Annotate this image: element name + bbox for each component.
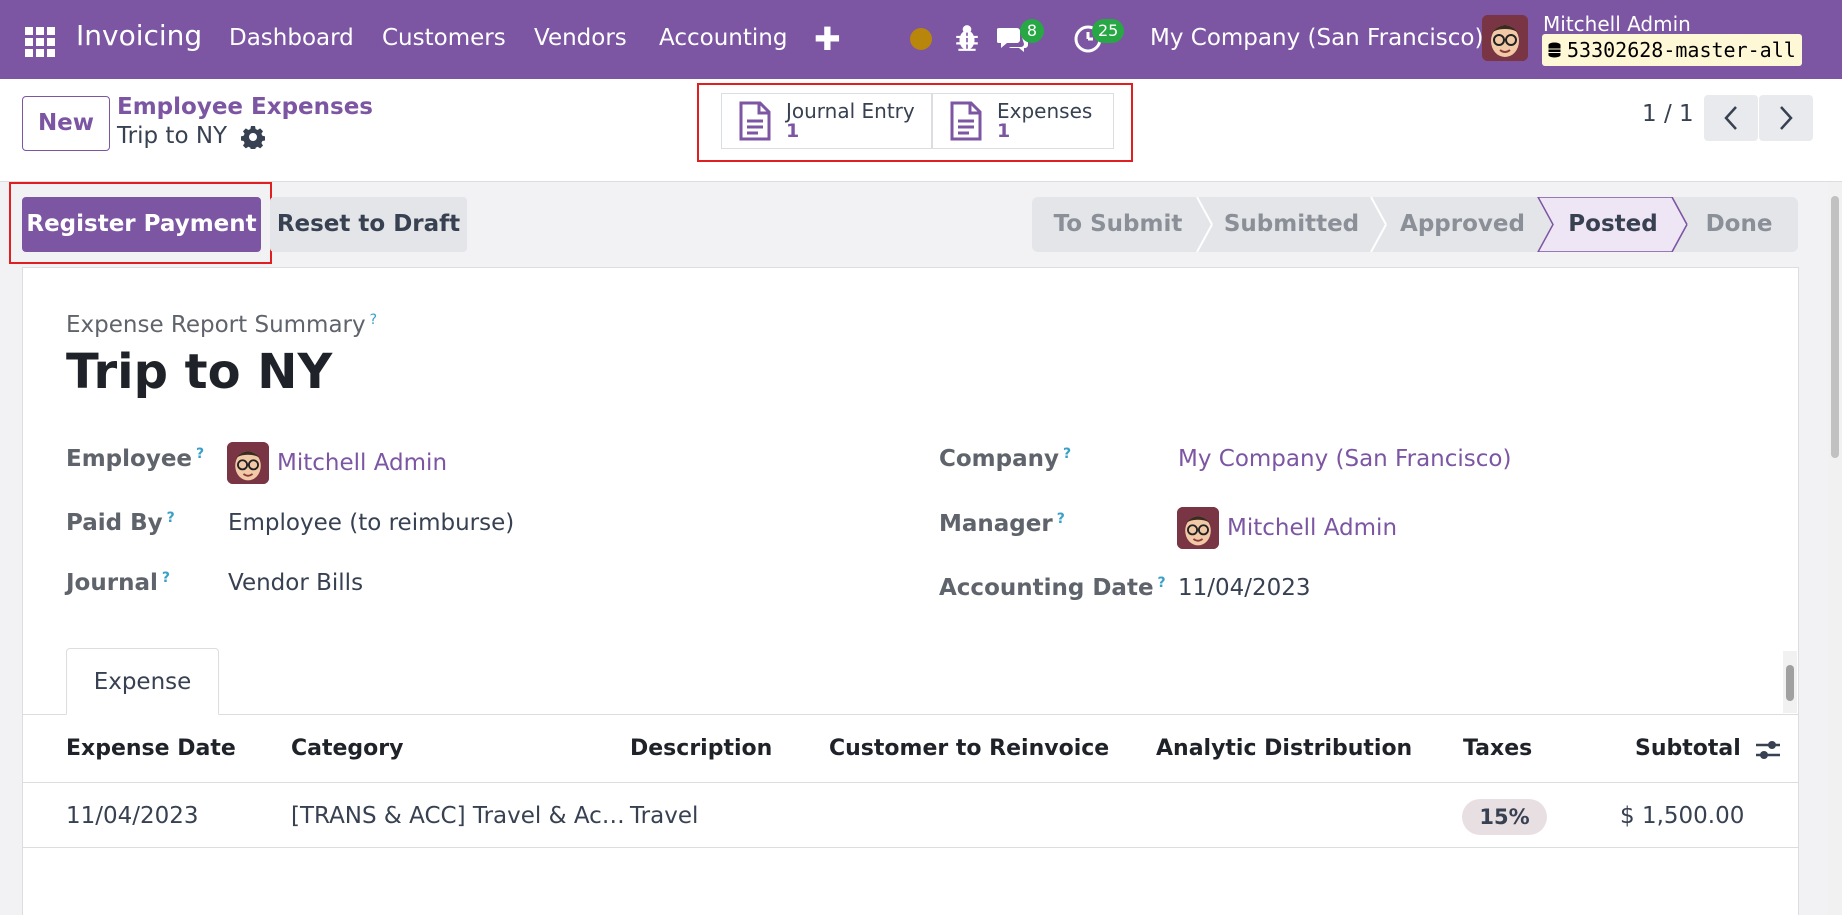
column-category[interactable]: Category	[291, 736, 403, 761]
database-badge: 53302628-master-all	[1542, 34, 1802, 66]
stage-done[interactable]: Done	[1680, 197, 1798, 252]
app-menu-icon[interactable]	[25, 27, 55, 57]
cell-expense-date[interactable]: 11/04/2023	[66, 803, 199, 829]
accounting-date-field-label: Accounting Date?	[939, 575, 1166, 601]
stage-submitted[interactable]: Submitted	[1204, 197, 1379, 252]
new-button[interactable]: New	[22, 96, 110, 151]
cell-subtotal[interactable]: $ 1,500.00	[1620, 803, 1744, 829]
employee-avatar	[227, 442, 269, 484]
journal-entry-label: Journal Entry	[786, 99, 915, 123]
journal-field-label: Journal?	[66, 570, 170, 596]
notebook-scrollbar[interactable]	[1783, 651, 1797, 713]
employee-value[interactable]: Mitchell Admin	[277, 450, 447, 476]
menu-accounting[interactable]: Accounting	[659, 25, 787, 51]
column-expense-date[interactable]: Expense Date	[66, 736, 236, 761]
quick-create-plus-icon[interactable]: ✚	[814, 20, 841, 58]
manager-avatar	[1177, 507, 1219, 549]
record-title[interactable]: Trip to NY	[66, 344, 332, 400]
journal-entry-smart-button[interactable]: Journal Entry 1	[721, 93, 932, 149]
control-panel: New Employee Expenses Trip to NY Journal…	[0, 79, 1842, 182]
accounting-date-label-text: Accounting Date	[939, 575, 1154, 601]
stage-approved[interactable]: Approved	[1379, 197, 1546, 252]
table-row-divider	[23, 847, 1798, 848]
paid-by-label-text: Paid By	[66, 510, 163, 536]
employee-field-label: Employee?	[66, 446, 204, 472]
company-field-label: Company?	[939, 446, 1071, 472]
manager-field[interactable]: Mitchell Admin	[1177, 507, 1397, 549]
cell-category[interactable]: [TRANS & ACC] Travel & Ac…	[291, 803, 625, 829]
pager-next-button[interactable]	[1759, 95, 1813, 141]
tax-badge[interactable]: 15%	[1462, 799, 1547, 835]
debug-bug-icon[interactable]	[954, 24, 980, 52]
app-name[interactable]: Invoicing	[76, 19, 202, 52]
summary-label-text: Expense Report Summary	[66, 312, 366, 338]
document-icon	[950, 101, 982, 141]
form-sheet: Expense Report Summary? Trip to NY Emplo…	[22, 267, 1799, 915]
menu-dashboard[interactable]: Dashboard	[229, 25, 354, 51]
page-scrollbar[interactable]	[1828, 182, 1842, 915]
pager-previous-button[interactable]	[1704, 95, 1758, 141]
breadcrumb-parent-link[interactable]: Employee Expenses	[117, 94, 373, 120]
column-analytic-distribution[interactable]: Analytic Distribution	[1156, 736, 1412, 761]
employee-field[interactable]: Mitchell Admin	[227, 442, 447, 484]
column-customer-to-reinvoice[interactable]: Customer to Reinvoice	[829, 736, 1109, 761]
journal-entry-count: 1	[786, 120, 800, 142]
notebook-scrollbar-thumb[interactable]	[1786, 665, 1794, 701]
gear-icon[interactable]	[241, 125, 265, 149]
stage-posted-current[interactable]: Posted	[1546, 197, 1680, 252]
help-tooltip-icon[interactable]: ?	[1158, 575, 1166, 591]
summary-label: Expense Report Summary?	[66, 312, 377, 338]
paid-by-value[interactable]: Employee (to reimburse)	[228, 510, 514, 536]
cell-description[interactable]: Travel	[630, 803, 698, 829]
table-header-divider	[23, 782, 1798, 783]
messages-count-badge: 8	[1020, 19, 1044, 43]
register-payment-button[interactable]: Register Payment	[22, 197, 261, 252]
company-switcher[interactable]: My Company (San Francisco)	[1150, 25, 1483, 51]
menu-customers[interactable]: Customers	[382, 25, 506, 51]
breadcrumb-current: Trip to NY	[117, 123, 228, 149]
expenses-smart-button[interactable]: Expenses 1	[932, 93, 1114, 149]
paid-by-field-label: Paid By?	[66, 510, 175, 536]
expenses-label: Expenses	[997, 99, 1093, 123]
document-icon	[739, 101, 771, 141]
manager-field-label: Manager?	[939, 511, 1065, 537]
help-tooltip-icon[interactable]: ?	[1063, 446, 1071, 462]
chevron-left-icon	[1724, 106, 1737, 130]
tab-expense[interactable]: Expense	[66, 648, 219, 715]
page-scrollbar-thumb[interactable]	[1831, 196, 1839, 458]
journal-label-text: Journal	[66, 570, 158, 596]
column-description[interactable]: Description	[630, 736, 772, 761]
column-taxes[interactable]: Taxes	[1463, 736, 1532, 761]
employee-label-text: Employee	[66, 446, 193, 472]
user-name[interactable]: Mitchell Admin	[1543, 12, 1691, 36]
chevron-right-icon	[1780, 106, 1793, 130]
help-tooltip-icon[interactable]: ?	[196, 446, 204, 462]
user-avatar[interactable]	[1482, 15, 1528, 61]
presence-status-icon[interactable]	[910, 28, 932, 50]
help-tooltip-icon[interactable]: ?	[162, 570, 170, 586]
column-subtotal[interactable]: Subtotal	[1635, 736, 1741, 761]
manager-value[interactable]: Mitchell Admin	[1227, 515, 1397, 541]
database-icon	[1548, 42, 1561, 58]
top-navbar: Invoicing Dashboard Customers Vendors Ac…	[0, 0, 1842, 79]
help-tooltip-icon[interactable]: ?	[1057, 511, 1065, 527]
expenses-count: 1	[997, 120, 1011, 142]
optional-columns-settings-icon[interactable]	[1754, 737, 1782, 763]
help-tooltip-icon[interactable]: ?	[167, 510, 175, 526]
pager-value[interactable]: 1 / 1	[1642, 101, 1694, 127]
manager-label-text: Manager	[939, 511, 1053, 537]
journal-value[interactable]: Vendor Bills	[228, 570, 363, 596]
menu-vendors[interactable]: Vendors	[534, 25, 627, 51]
database-name: 53302628-master-all	[1567, 38, 1796, 62]
help-tooltip-icon[interactable]: ?	[370, 312, 377, 328]
company-label-text: Company	[939, 446, 1059, 472]
stage-to-submit[interactable]: To Submit	[1032, 197, 1204, 252]
reset-to-draft-button[interactable]: Reset to Draft	[270, 197, 467, 252]
company-value[interactable]: My Company (San Francisco)	[1178, 446, 1511, 472]
tab-divider	[23, 714, 1798, 715]
accounting-date-value[interactable]: 11/04/2023	[1178, 575, 1311, 601]
activities-count-badge: 25	[1092, 19, 1125, 43]
